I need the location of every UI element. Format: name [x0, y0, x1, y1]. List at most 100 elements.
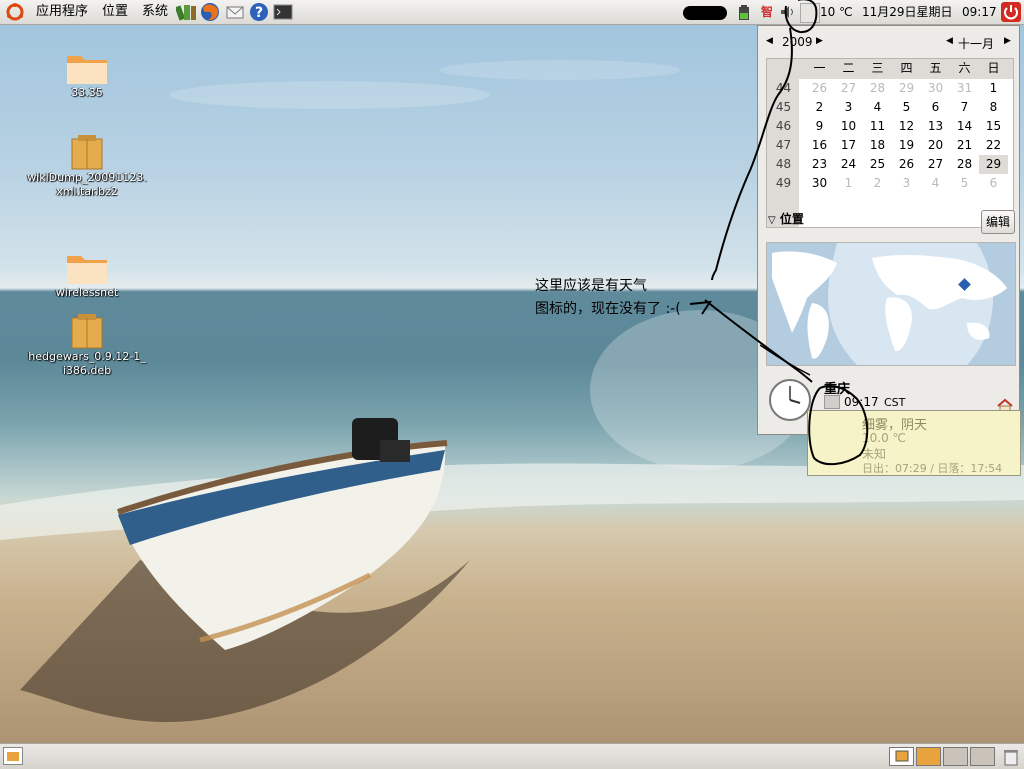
expander-triangle-icon: ▽ — [768, 215, 776, 226]
battery-icon[interactable] — [738, 5, 750, 21]
ubuntu-logo-icon[interactable] — [6, 3, 24, 21]
edit-button[interactable]: 编辑 — [981, 210, 1015, 234]
input-method-label[interactable]: 智 — [761, 0, 773, 24]
mail-icon[interactable] — [225, 2, 245, 22]
calendar-day[interactable]: 16 — [805, 136, 834, 155]
calendar-day[interactable]: 29 — [979, 155, 1008, 174]
terminal-icon[interactable] — [273, 2, 293, 22]
package-icon — [71, 314, 103, 349]
calendar-day[interactable]: 20 — [921, 136, 950, 155]
desktop-icon-hedgewars[interactable]: hedgewars_0.9.12-1_ i386.deb — [22, 312, 152, 378]
calendar-day[interactable]: 1 — [834, 174, 863, 193]
weekday-header: 日 — [987, 61, 1000, 75]
calendar-day[interactable]: 3 — [892, 174, 921, 193]
next-month-arrow-icon[interactable]: ▶ — [1004, 36, 1011, 46]
calendar-day[interactable]: 5 — [892, 98, 921, 117]
show-desktop-icon[interactable] — [3, 747, 23, 765]
calendar-day[interactable]: 30 — [805, 174, 834, 193]
calendar-day[interactable]: 8 — [979, 98, 1008, 117]
workspace-3[interactable] — [943, 747, 968, 766]
calendar-day[interactable]: 27 — [834, 79, 863, 98]
calendar-day[interactable]: 30 — [921, 79, 950, 98]
calendar-day[interactable]: 24 — [834, 155, 863, 174]
firefox-icon[interactable] — [200, 2, 220, 22]
desktop-icon-wikidump[interactable]: wikiDump_20091123. xml.tar.bz2 — [22, 133, 152, 199]
scribble-redaction — [683, 6, 727, 20]
locations-label: 位置 — [779, 212, 804, 226]
calendar-day[interactable]: 27 — [921, 155, 950, 174]
weekday-header: 二 — [842, 61, 855, 75]
calendar-day[interactable]: 26 — [805, 79, 834, 98]
calendar-day[interactable]: 17 — [834, 136, 863, 155]
volume-icon[interactable] — [780, 5, 796, 19]
books-icon[interactable] — [174, 2, 196, 22]
week-number: 48 — [775, 157, 792, 171]
weather-icon-empty[interactable] — [800, 3, 820, 23]
calendar-day[interactable]: 2 — [805, 98, 834, 117]
folder-icon — [67, 256, 107, 284]
analog-clock-icon — [768, 378, 812, 422]
places-menu[interactable]: 位置 — [102, 0, 128, 24]
calendar-day[interactable]: 6 — [979, 174, 1008, 193]
temperature-label[interactable]: 10 ℃ — [820, 0, 853, 24]
week-number: 44 — [775, 81, 792, 95]
world-map — [766, 242, 1016, 366]
calendar-day[interactable]: 6 — [921, 98, 950, 117]
calendar-day[interactable]: 2 — [863, 174, 892, 193]
calendar-day[interactable]: 5 — [950, 174, 979, 193]
calendar-day[interactable]: 4 — [921, 174, 950, 193]
calendar-day[interactable]: 3 — [834, 98, 863, 117]
prev-month-arrow-icon[interactable]: ◀ — [946, 36, 953, 46]
weekday-header: 五 — [929, 61, 942, 75]
calendar-day[interactable]: 14 — [950, 117, 979, 136]
calendar-day[interactable]: 7 — [950, 98, 979, 117]
calendar-day[interactable]: 12 — [892, 117, 921, 136]
location-timezone: CST — [884, 396, 906, 409]
bottom-panel — [0, 743, 1024, 769]
tooltip-sunrise-sunset: 日出：07:29 / 日落：17:54 — [862, 462, 1003, 475]
locations-expander[interactable]: ▽ 位置 — [768, 210, 804, 227]
calendar-day[interactable]: 9 — [805, 117, 834, 136]
workspace-4[interactable] — [970, 747, 995, 766]
system-menu[interactable]: 系统 — [142, 0, 168, 24]
calendar-day[interactable]: 13 — [921, 117, 950, 136]
calendar-day[interactable]: 10 — [834, 117, 863, 136]
calendar-year: 2009 — [782, 35, 813, 49]
trash-icon[interactable] — [1002, 747, 1020, 766]
clock-time[interactable]: 09:17 — [962, 0, 997, 24]
weekday-header: 三 — [871, 61, 884, 75]
calendar-day[interactable]: 28 — [863, 79, 892, 98]
weekday-header: 一 — [813, 61, 826, 75]
calendar-day[interactable]: 18 — [863, 136, 892, 155]
month-nav: ◀ 十一月 ▶ — [946, 36, 1016, 52]
desktop-icon-wirelessnet[interactable]: wirelessnet — [22, 250, 152, 300]
next-year-arrow-icon[interactable]: ▶ — [816, 36, 823, 46]
calendar-grid: 一二三四五六日 44 26 27 28 29 30 31 1 45 2 3 4 5 6 7 8 46 9 10 11 12… — [766, 58, 1014, 228]
help-icon[interactable]: ? — [249, 2, 269, 22]
calendar-day[interactable]: 29 — [892, 79, 921, 98]
calendar-day[interactable]: 11 — [863, 117, 892, 136]
calendar-day[interactable]: 1 — [979, 79, 1008, 98]
calendar-day[interactable]: 15 — [979, 117, 1008, 136]
location-time: 09:17 — [844, 395, 879, 409]
calendar-day[interactable]: 31 — [950, 79, 979, 98]
workspace-1[interactable] — [889, 747, 914, 766]
week-number: 46 — [775, 119, 792, 133]
shutdown-icon[interactable] — [1001, 2, 1021, 22]
workspace-2[interactable] — [916, 747, 941, 766]
clock-date[interactable]: 11月29日星期日 — [862, 0, 953, 24]
calendar-day[interactable]: 19 — [892, 136, 921, 155]
calendar-day[interactable]: 4 — [863, 98, 892, 117]
top-panel: 应用程序 位置 系统 ? 智 10 ℃ 11月29日星期日 09:17 — [0, 0, 1024, 25]
desktop-icon-33-35[interactable]: 33.35 — [22, 50, 152, 100]
calendar-day[interactable]: 21 — [950, 136, 979, 155]
calendar-day[interactable]: 28 — [950, 155, 979, 174]
applications-menu[interactable]: 应用程序 — [36, 0, 88, 24]
desktop-icon-label: 33.35 — [71, 86, 103, 99]
calendar-day[interactable]: 22 — [979, 136, 1008, 155]
calendar-day[interactable]: 25 — [863, 155, 892, 174]
prev-year-arrow-icon[interactable]: ◀ — [766, 36, 773, 46]
calendar-day[interactable]: 23 — [805, 155, 834, 174]
calendar-day[interactable]: 26 — [892, 155, 921, 174]
weekday-header: 六 — [958, 61, 971, 75]
